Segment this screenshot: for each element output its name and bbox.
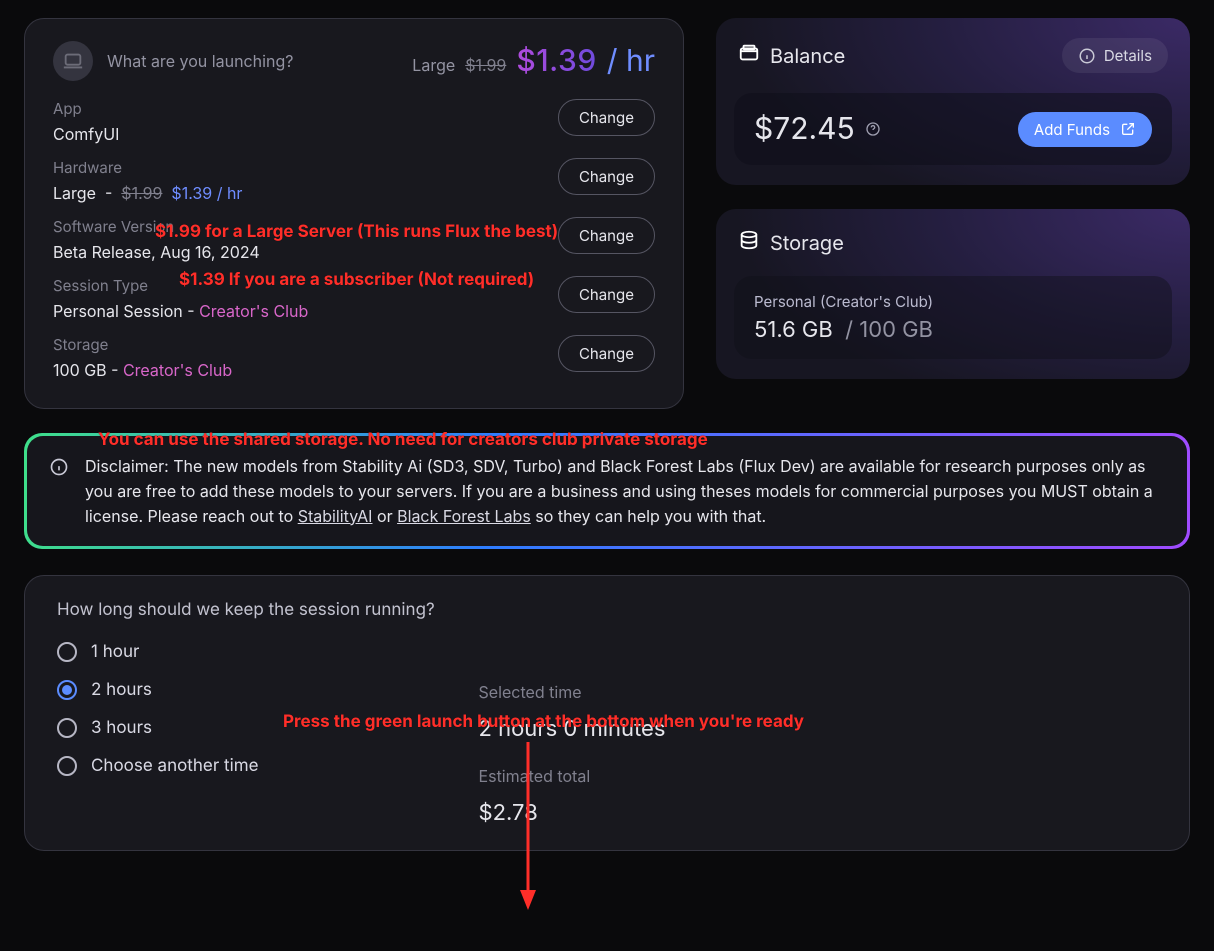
price-per-hour: / hr [607, 43, 655, 79]
help-icon[interactable] [865, 121, 881, 137]
storage-value: 100 GB - Creator's Club [53, 360, 232, 380]
hardware-label: Hardware [53, 158, 242, 177]
selected-time-label: Selected time [479, 682, 666, 702]
hardware-value: Large - $1.99 $1.39 / hr [53, 183, 242, 203]
radio-icon [57, 756, 77, 776]
hw-now: $1.39 [171, 183, 212, 203]
field-app: App ComfyUI Change [53, 99, 655, 144]
storage-used: 51.6 GB [754, 317, 833, 343]
price-original: $1.99 [465, 55, 506, 75]
storage-total: 100 GB [859, 317, 933, 343]
change-software-button[interactable]: Change [558, 217, 655, 254]
annotation-hardware-price: $1.99 for a Large Server (This runs Flux… [155, 222, 558, 242]
plan-size: Large [412, 55, 455, 75]
price-current: $1.39 [516, 43, 596, 79]
disclaimer-mid: or [377, 506, 397, 526]
duration-options: 1 hour 2 hours 3 hours Choose another time [57, 642, 259, 826]
app-label: App [53, 99, 119, 118]
wallet-icon [738, 42, 760, 69]
app-value: ComfyUI [53, 124, 119, 144]
storage-title: Storage [770, 231, 844, 255]
radio-icon [57, 642, 77, 662]
change-app-button[interactable]: Change [558, 99, 655, 136]
radio-icon [57, 718, 77, 738]
info-icon [49, 457, 69, 477]
disclaimer-panel: Disclaimer: The new models from Stabilit… [24, 433, 1190, 549]
hw-sep: - [105, 183, 112, 203]
duration-option[interactable]: 3 hours [57, 718, 259, 738]
estimated-total-value: $2.78 [479, 800, 666, 826]
storage-cc: Creator's Club [123, 360, 232, 380]
external-link-icon [1120, 121, 1136, 137]
duration-option-label: 2 hours [91, 680, 152, 700]
field-storage: Storage 100 GB - Creator's Club Change [53, 335, 655, 380]
disclaimer-b: so they can help you with that. [535, 506, 766, 526]
details-label: Details [1104, 46, 1152, 65]
balance-panel: Balance Details $72.45 Add Funds [716, 18, 1190, 185]
storage-sep: / [845, 317, 853, 343]
balance-amount-value: $72.45 [754, 111, 855, 147]
storage-usage: 51.6 GB / 100 GB [754, 317, 1152, 343]
balance-amount: $72.45 [754, 111, 881, 147]
storage-panel: Storage Personal (Creator's Club) 51.6 G… [716, 209, 1190, 379]
change-session-button[interactable]: Change [558, 276, 655, 313]
session-text: Personal Session - [53, 301, 195, 321]
storage-plan: Personal (Creator's Club) [754, 292, 1152, 311]
session-value: Personal Session - Creator's Club [53, 301, 308, 321]
hw-per: / hr [217, 183, 243, 203]
duration-question: How long should we keep the session runn… [57, 600, 1157, 620]
estimated-total-label: Estimated total [479, 766, 666, 786]
software-value: Beta Release, Aug 16, 2024 [53, 242, 260, 262]
add-funds-button[interactable]: Add Funds [1018, 112, 1152, 147]
duration-option[interactable]: 2 hours [57, 680, 259, 700]
hw-size: Large [53, 183, 96, 203]
database-icon [738, 229, 760, 256]
duration-option[interactable]: Choose another time [57, 756, 259, 776]
balance-title: Balance [770, 44, 845, 68]
add-funds-label: Add Funds [1034, 120, 1110, 139]
disclaimer-text: Disclaimer: The new models from Stabilit… [85, 454, 1165, 528]
duration-option-label: Choose another time [91, 756, 259, 776]
storage-text: 100 GB - [53, 360, 118, 380]
annotation-subscriber-price: $1.39 If you are a subscriber (Not requi… [179, 270, 534, 290]
duration-option[interactable]: 1 hour [57, 642, 259, 662]
laptop-icon [53, 41, 93, 81]
session-cc: Creator's Club [199, 301, 308, 321]
details-button[interactable]: Details [1062, 38, 1168, 73]
change-hardware-button[interactable]: Change [558, 158, 655, 195]
annotation-launch-button: Press the green launch button at the bot… [283, 712, 804, 732]
duration-option-label: 3 hours [91, 718, 152, 738]
link-stabilityai[interactable]: StabilityAI [298, 506, 373, 526]
launch-panel: What are you launching? Large $1.99 $1.3… [24, 18, 684, 409]
storage-label: Storage [53, 335, 232, 354]
duration-option-label: 1 hour [91, 642, 139, 662]
field-hardware: Hardware Large - $1.99 $1.39 / hr Change [53, 158, 655, 203]
change-storage-button[interactable]: Change [558, 335, 655, 372]
hw-orig: $1.99 [121, 183, 162, 203]
radio-icon [57, 680, 77, 700]
annotation-shared-storage: You can use the shared storage. No need … [98, 430, 708, 450]
link-black-forest[interactable]: Black Forest Labs [397, 506, 531, 526]
launch-heading: What are you launching? [107, 51, 293, 71]
annotation-arrow-down [520, 742, 540, 916]
